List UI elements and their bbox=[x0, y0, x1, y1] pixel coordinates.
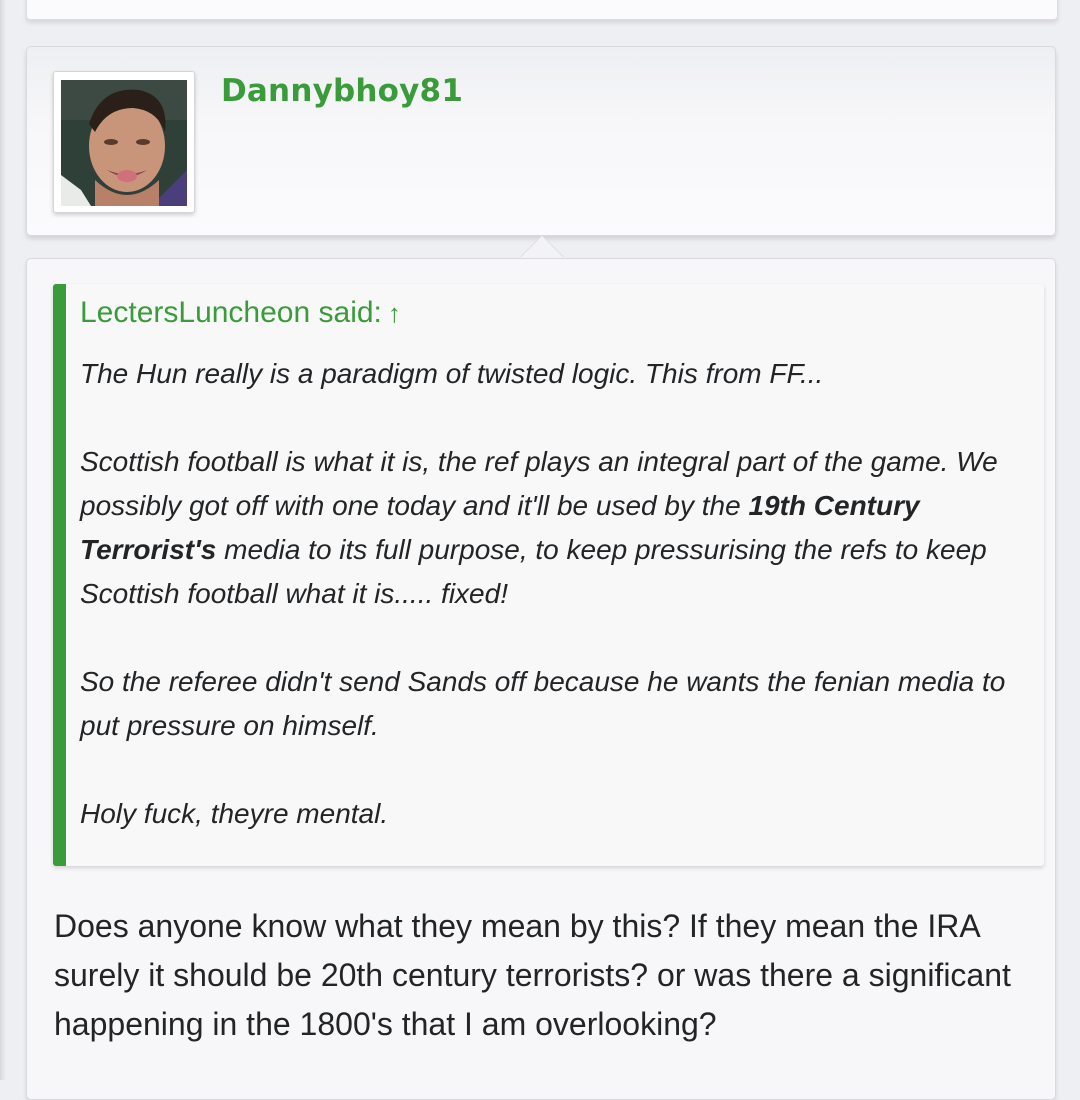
quote-body: The Hun really is a paradigm of twisted … bbox=[80, 352, 1020, 836]
message-pointer bbox=[520, 236, 564, 258]
page-edge bbox=[0, 0, 6, 1080]
post-user-card: Dannybhoy81 bbox=[26, 46, 1056, 236]
previous-post-card bbox=[26, 0, 1058, 20]
quote-paragraph: Scottish football is what it is, the ref… bbox=[80, 440, 1020, 616]
quote-attribution[interactable]: LectersLuncheon said: ↑ bbox=[80, 296, 401, 330]
user-avatar-photo bbox=[61, 80, 187, 206]
message-card: LectersLuncheon said: ↑ The Hun really is… bbox=[26, 258, 1056, 1100]
quote-paragraph: The Hun really is a paradigm of twisted … bbox=[80, 358, 824, 389]
quote-text: media to its full purpose, to keep press… bbox=[80, 534, 987, 609]
username-link[interactable]: Dannybhoy81 bbox=[221, 73, 463, 109]
quote-block: LectersLuncheon said: ↑ The Hun really is… bbox=[53, 284, 1044, 866]
avatar[interactable] bbox=[53, 71, 195, 213]
quote-paragraph: Holy fuck, theyre mental. bbox=[80, 798, 389, 829]
post-body-text: Does anyone know what they mean by this?… bbox=[54, 908, 1011, 1042]
quote-author[interactable]: LectersLuncheon said: bbox=[80, 296, 382, 329]
jump-to-quote-icon[interactable]: ↑ bbox=[388, 298, 401, 328]
quote-paragraph: So the referee didn't send Sands off bec… bbox=[80, 666, 1006, 741]
